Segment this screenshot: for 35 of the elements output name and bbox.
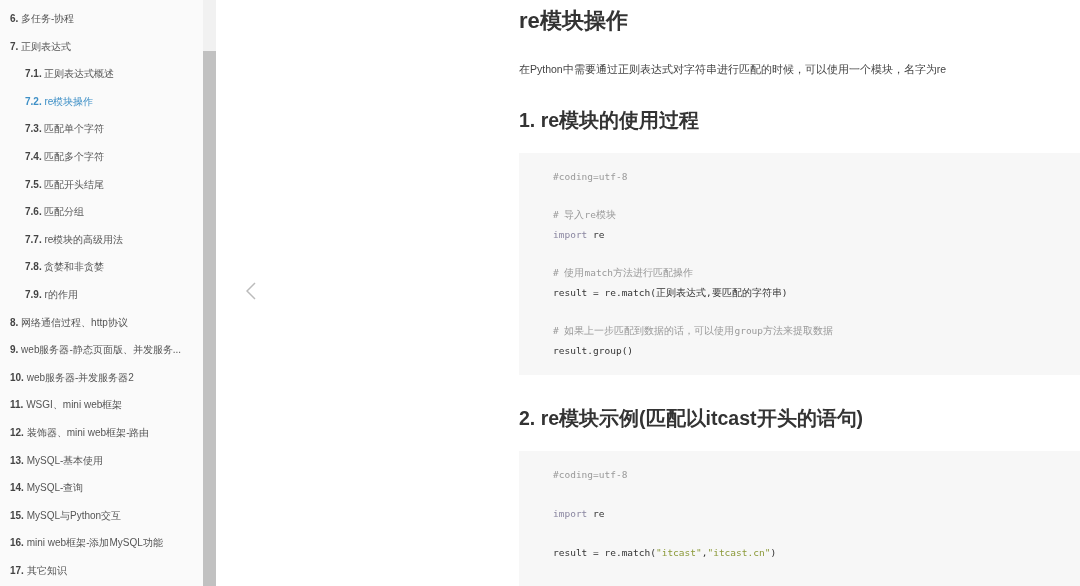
nav-link[interactable]: 7.8. 贪婪和非贪婪 — [0, 258, 203, 286]
nav-link[interactable]: 7.7. re模块的高级用法 — [0, 230, 203, 259]
nav-link[interactable]: 15. MySQL与Python交互 — [0, 506, 203, 535]
nav-link[interactable]: 7.9. r的作用 — [0, 285, 203, 314]
section-heading: 2. re模块示例(匹配以itcast开头的语句) — [519, 406, 864, 431]
nav-link[interactable]: 9. web服务器-静态页面版、并发服务... — [0, 341, 203, 369]
paragraph: 在Python中需要通过正则表达式对字符串进行匹配的时候，可以使用一个模块，名字为re — [519, 63, 947, 77]
nav-link[interactable]: 13. MySQL-基本使用 — [0, 451, 203, 480]
nav-link[interactable]: 16. mini web框架-添加MySQL功能 — [0, 534, 203, 562]
code-line: result = re.match(正则表达式,要匹配的字符串) — [553, 286, 788, 300]
code-line: result.group() — [553, 344, 634, 358]
nav-link[interactable]: 17. 其它知识 — [0, 561, 203, 586]
code-line: # 使用match方法进行匹配操作 — [553, 266, 694, 280]
nav-link[interactable]: 12. 装饰器、mini web框架-路由 — [0, 423, 203, 452]
code-line: import re — [553, 507, 605, 521]
nav-link[interactable]: 7.4. 匹配多个字符 — [0, 147, 203, 176]
code-line: import re — [553, 228, 605, 242]
nav-link[interactable]: 7.5. 匹配开头结尾 — [0, 175, 203, 204]
nav-link[interactable]: 7.6. 匹配分组 — [0, 203, 203, 231]
nav-link[interactable]: 7.1. 正则表达式概述 — [0, 65, 203, 93]
code-line: #coding=utf-8 — [553, 468, 628, 482]
code-line: #coding=utf-8 — [553, 170, 628, 184]
nav-link[interactable]: 11. WSGI、mini web框架 — [0, 396, 203, 424]
code-line: # 导入re模块 — [553, 208, 616, 222]
nav-link[interactable]: 8. 网络通信过程、http协议 — [0, 313, 203, 342]
code-line: result = re.match("itcast","itcast.cn") — [553, 546, 777, 560]
section-heading: 1. re模块的使用过程 — [519, 108, 700, 133]
chevron-left-icon[interactable] — [246, 282, 256, 300]
nav-link[interactable]: 14. MySQL-查询 — [0, 479, 203, 507]
nav-link[interactable]: 7.2. re模块操作 — [0, 92, 203, 121]
nav-link[interactable]: 7.3. 匹配单个字符 — [0, 120, 203, 148]
nav-link[interactable]: 10. web服务器-并发服务器2 — [0, 368, 203, 397]
nav-link[interactable]: 6. 多任务-协程 — [0, 10, 203, 38]
nav-link[interactable]: 7. 正则表达式 — [0, 37, 203, 66]
page-title: re模块操作 — [519, 7, 628, 35]
